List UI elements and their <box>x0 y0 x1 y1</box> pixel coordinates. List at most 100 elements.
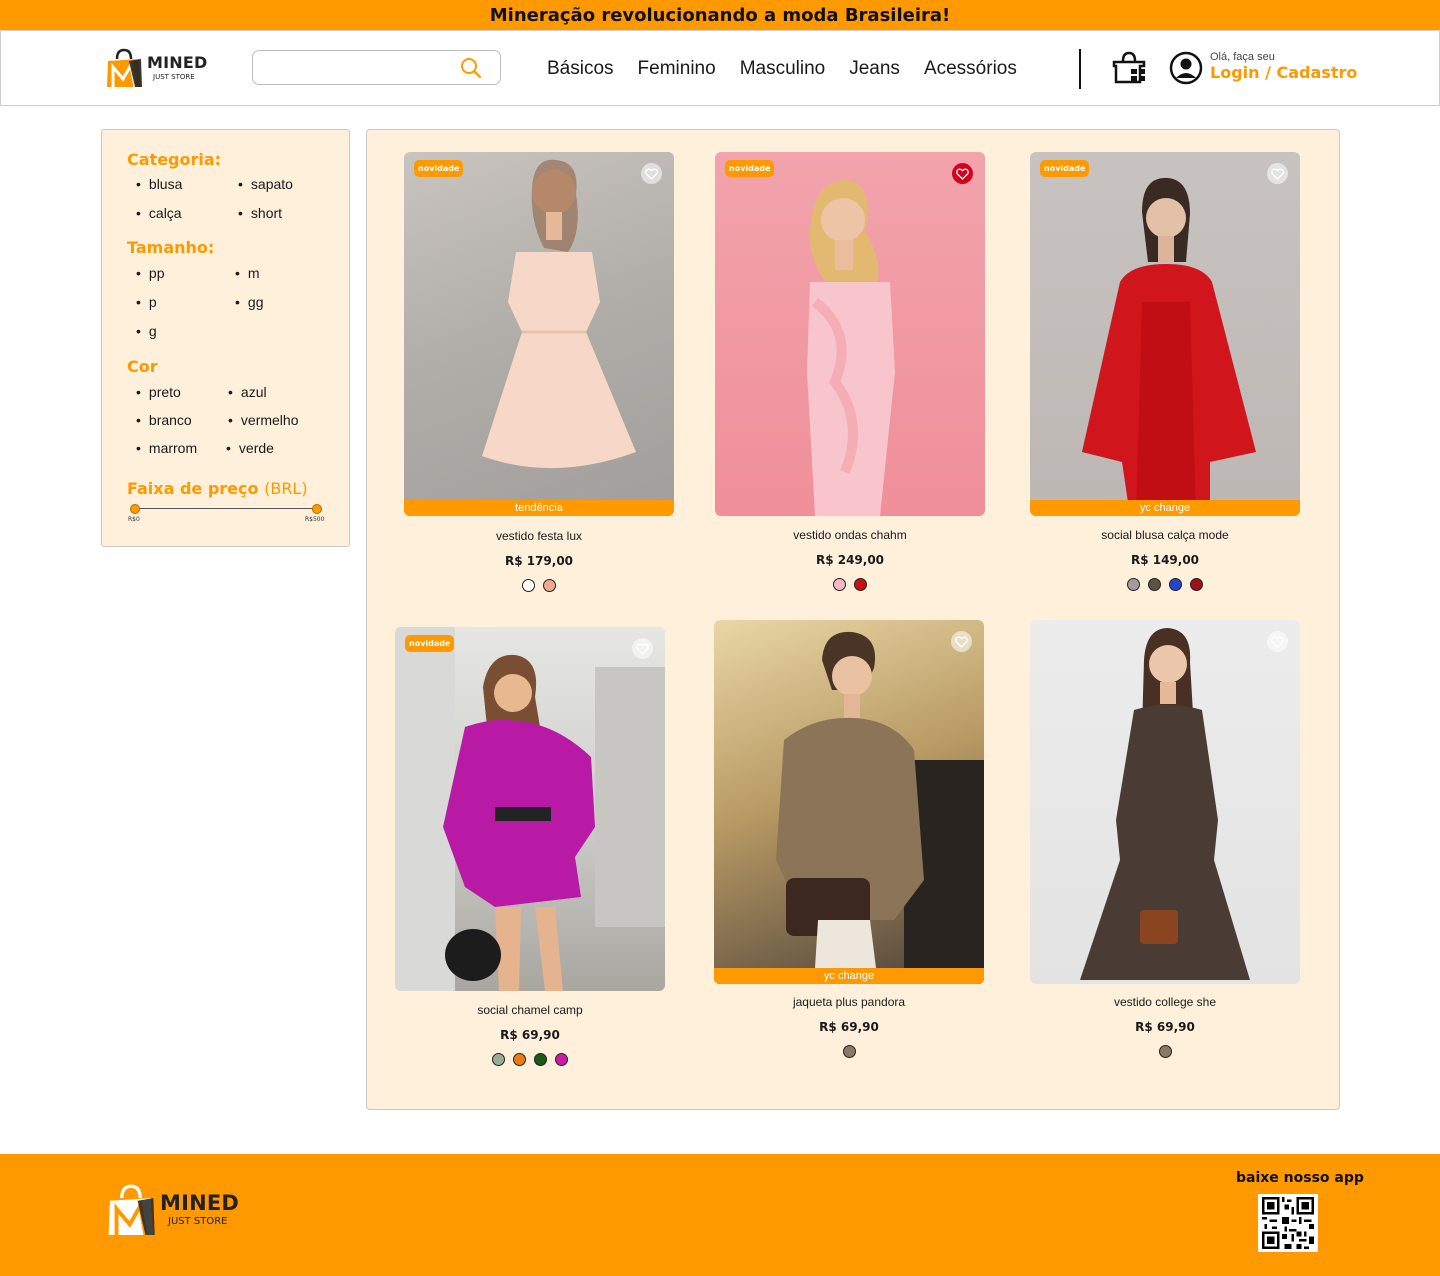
color-swatch[interactable] <box>513 1053 526 1066</box>
top-banner: Mineração revolucionando a moda Brasilei… <box>0 0 1440 30</box>
filter-panel: Categoria: blusa sapato calça short Tama… <box>101 129 350 547</box>
shopping-basket-icon[interactable] <box>1111 51 1147 85</box>
price-slider-track[interactable] <box>133 508 319 509</box>
nav-feminino[interactable]: Feminino <box>638 58 716 80</box>
login-link[interactable]: Login / Cadastro <box>1210 64 1357 82</box>
filter-size-title: Tamanho: <box>127 238 215 257</box>
product-tag-strip: tendência <box>404 500 674 516</box>
color-swatch[interactable] <box>1190 578 1203 591</box>
filter-size-pp[interactable]: pp <box>136 265 165 281</box>
filter-color-vermelho[interactable]: vermelho <box>228 412 299 428</box>
badge-novidade: novidade <box>405 635 455 652</box>
color-swatch[interactable] <box>833 578 846 591</box>
color-swatches <box>1030 1045 1300 1058</box>
search-box <box>252 50 501 85</box>
product-price: R$ 149,00 <box>1130 553 1200 567</box>
favorite-heart-icon[interactable] <box>632 638 653 659</box>
filter-category-sapato[interactable]: sapato <box>238 176 293 192</box>
model-photo-placeholder <box>1080 628 1250 980</box>
footer: MINED JUST STORE baixe nosso app <box>0 1154 1440 1276</box>
badge-novidade: novidade <box>1040 160 1090 177</box>
filter-size-p[interactable]: p <box>136 294 157 310</box>
color-swatch[interactable] <box>534 1053 547 1066</box>
model-photo-placeholder <box>776 631 984 984</box>
banner-text: Mineração revolucionando a moda Brasilei… <box>489 4 951 26</box>
product-price: R$ 249,00 <box>815 553 885 567</box>
download-app-label: baixe nosso app <box>1236 1170 1364 1186</box>
product-image[interactable]: yc change <box>714 620 984 984</box>
shopping-bag-logo-icon <box>107 48 142 88</box>
product-price: R$ 69,90 <box>819 1020 879 1034</box>
filter-category-short[interactable]: short <box>238 205 282 221</box>
color-swatch[interactable] <box>543 579 556 592</box>
product-name[interactable]: vestido college she <box>1030 995 1300 1009</box>
product-image[interactable]: novidade yc change <box>1030 152 1300 516</box>
color-swatch[interactable] <box>842 1045 856 1058</box>
filter-category-calca[interactable]: calça <box>136 205 182 221</box>
search-input[interactable] <box>253 51 443 84</box>
favorite-heart-icon[interactable] <box>952 163 973 184</box>
login-area: Olá, faça seu Login / Cadastro <box>1210 51 1357 82</box>
brand-logo[interactable]: MINED JUST STORE <box>105 47 207 89</box>
filter-size-gg[interactable]: gg <box>235 294 264 310</box>
favorite-heart-icon[interactable] <box>641 163 662 184</box>
color-swatches <box>714 1045 984 1058</box>
color-swatch[interactable] <box>555 1053 568 1066</box>
filter-size-g[interactable]: g <box>136 323 157 339</box>
color-swatches <box>395 1053 665 1066</box>
product-name[interactable]: jaqueta plus pandora <box>714 995 984 1009</box>
product-tag-strip: yc change <box>714 968 984 984</box>
model-photo-placeholder <box>1082 177 1256 516</box>
footer-brand-tagline: JUST STORE <box>168 1216 228 1227</box>
filter-color-title: Cor <box>127 357 158 376</box>
nav-basicos[interactable]: Básicos <box>547 58 614 80</box>
product-name[interactable]: social chamel camp <box>395 1003 665 1017</box>
filter-color-preto[interactable]: preto <box>136 384 181 400</box>
favorite-heart-icon[interactable] <box>951 631 972 652</box>
nav-jeans[interactable]: Jeans <box>849 58 900 80</box>
filter-color-branco[interactable]: branco <box>136 412 192 428</box>
product-name[interactable]: vestido festa lux <box>404 529 674 543</box>
product-name[interactable]: social blusa calça mode <box>1030 528 1300 542</box>
header: MINED JUST STORE Básicos Feminino Mascul… <box>0 30 1440 106</box>
price-max-label: R$500 <box>305 516 325 523</box>
filter-color-azul[interactable]: azul <box>228 384 267 400</box>
badge-novidade: novidade <box>725 160 775 177</box>
price-slider-max-handle[interactable] <box>312 504 322 514</box>
footer-brand-name: MINED <box>160 1191 240 1215</box>
filter-color-marrom[interactable]: marrom <box>136 440 197 456</box>
product-name[interactable]: vestido ondas chahm <box>715 528 985 542</box>
product-image[interactable]: novidade <box>395 627 665 991</box>
product-price: R$ 69,90 <box>1135 1020 1195 1034</box>
price-min-label: R$0 <box>128 516 140 523</box>
search-icon[interactable] <box>460 57 482 79</box>
product-grid: novidade tendência vestido festa lux R$ … <box>366 129 1340 1110</box>
nav-acessorios[interactable]: Acessórios <box>924 58 1017 80</box>
product-tag-strip: yc change <box>1030 500 1300 516</box>
price-slider-min-handle[interactable] <box>130 504 140 514</box>
product-image[interactable] <box>1030 620 1300 984</box>
color-swatch[interactable] <box>1148 578 1161 591</box>
footer-brand-logo[interactable]: MINED JUST STORE <box>106 1182 239 1238</box>
favorite-heart-icon[interactable] <box>1267 163 1288 184</box>
product-image[interactable]: novidade <box>715 152 985 516</box>
favorite-heart-icon[interactable] <box>1267 631 1288 652</box>
brand-tagline: JUST STORE <box>153 73 195 81</box>
user-account-icon[interactable] <box>1169 51 1203 85</box>
product-price: R$ 69,90 <box>500 1028 560 1042</box>
color-swatch[interactable] <box>854 578 867 591</box>
qr-code-icon[interactable] <box>1258 1194 1318 1252</box>
filter-category-title: Categoria: <box>127 150 222 169</box>
color-swatch[interactable] <box>1169 578 1182 591</box>
color-swatch[interactable] <box>1127 578 1140 591</box>
color-swatch[interactable] <box>1158 1045 1172 1058</box>
color-swatches <box>1030 578 1300 591</box>
nav-masculino[interactable]: Masculino <box>740 58 826 80</box>
product-image[interactable]: novidade tendência <box>404 152 674 516</box>
filter-color-verde[interactable]: verde <box>226 440 274 456</box>
color-swatch[interactable] <box>522 579 535 592</box>
filter-category-blusa[interactable]: blusa <box>136 176 182 192</box>
filter-size-m[interactable]: m <box>235 265 260 281</box>
color-swatch[interactable] <box>492 1053 505 1066</box>
badge-novidade: novidade <box>414 160 464 177</box>
